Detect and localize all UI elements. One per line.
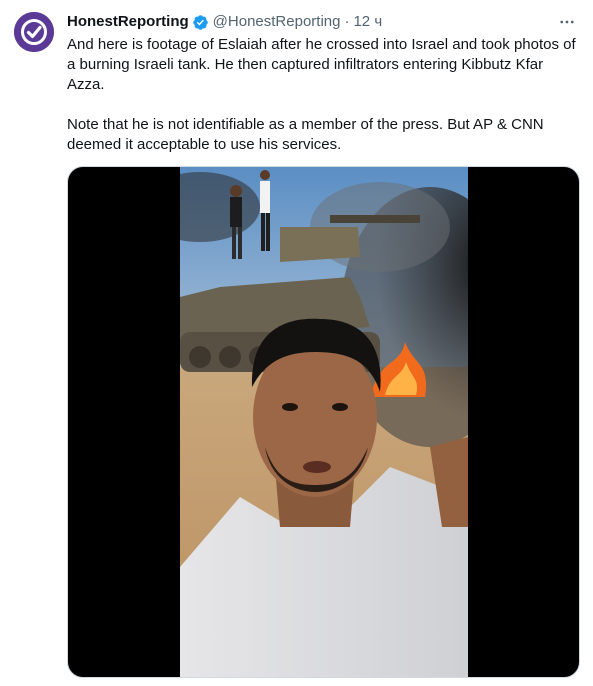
video-frame [180,167,468,677]
tweet-video[interactable] [67,166,580,678]
video-frame-image [180,167,468,677]
verified-badge-icon [192,14,209,31]
author-handle[interactable]: @HonestReporting [213,12,341,32]
tweet-paragraph: And here is footage of Eslaiah after he … [67,36,576,93]
honestreporting-logo-icon [14,12,54,52]
tweet-text: And here is footage of Eslaiah after he … [67,35,577,155]
tweet-timestamp[interactable]: 12 ч [353,12,382,32]
separator-dot: · [344,13,350,30]
tweet[interactable]: HonestReporting @HonestReporting · 12 ч … [0,0,593,686]
more-options-icon[interactable] [555,11,579,33]
tweet-header: HonestReporting @HonestReporting · 12 ч [67,12,579,32]
author-avatar[interactable] [14,12,54,52]
author-display-name[interactable]: HonestReporting [67,12,189,32]
tweet-paragraph: Note that he is not identifiable as a me… [67,116,544,153]
